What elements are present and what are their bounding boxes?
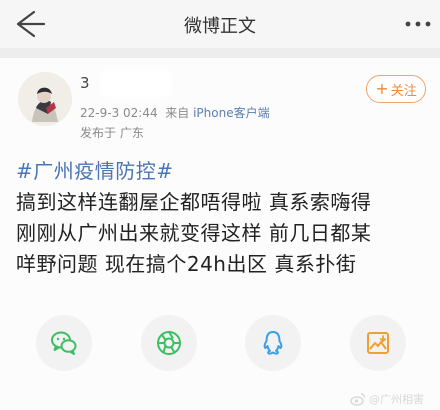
post-device[interactable]: iPhone客户端 — [193, 106, 270, 120]
share-qq-button[interactable] — [245, 315, 301, 371]
post-meta: 22-9-3 02:44 来自 iPhone客户端 — [80, 104, 270, 121]
follow-label: 关注 — [390, 83, 417, 99]
avatar-image — [18, 72, 72, 126]
save-image-button[interactable] — [350, 315, 406, 371]
username-redaction — [104, 72, 168, 94]
page-title: 微博正文 — [184, 16, 256, 37]
post-timestamp: 22-9-3 02:44 — [80, 106, 158, 120]
watermark: @广州相害 — [350, 391, 424, 407]
post-card: 3 22-9-3 02:44 来自 iPhone客户端 发布于 广东 + 关注 … — [0, 58, 440, 410]
moments-icon — [157, 331, 181, 355]
qq-icon — [263, 331, 283, 355]
post-body-line: 搞到这样连翻屋企都唔得啦 真系索嗨得 — [16, 190, 372, 214]
share-moments-button[interactable] — [141, 315, 197, 371]
more-dots-icon — [405, 21, 431, 27]
more-button[interactable] — [400, 12, 436, 36]
post-location: 发布于 广东 — [80, 126, 144, 140]
post-body-line: 咩野问题 现在搞个24h出区 真系扑街 — [16, 252, 357, 276]
plus-icon: + — [375, 79, 389, 98]
save-image-icon — [367, 332, 389, 354]
username[interactable]: 3 — [80, 74, 91, 92]
avatar[interactable] — [18, 72, 72, 126]
post-content: #广州疫情防控# 搞到这样连翻屋企都唔得啦 真系索嗨得 刚刚从广州出来就变得这样… — [16, 156, 428, 280]
wechat-icon — [51, 331, 77, 355]
follow-button[interactable]: + 关注 — [366, 75, 426, 103]
watermark-text: @广州相害 — [369, 393, 424, 406]
header-divider — [0, 48, 440, 58]
post-body-line: 刚刚从广州出来就变得这样 前几日都某 — [16, 221, 372, 245]
post-source-prefix: 来自 — [165, 106, 190, 120]
weibo-logo-icon — [350, 393, 366, 406]
top-bar: 微博正文 — [0, 0, 440, 48]
post-hashtag[interactable]: #广州疫情防控# — [16, 156, 428, 187]
share-row — [0, 315, 440, 375]
share-wechat-button[interactable] — [36, 315, 92, 371]
